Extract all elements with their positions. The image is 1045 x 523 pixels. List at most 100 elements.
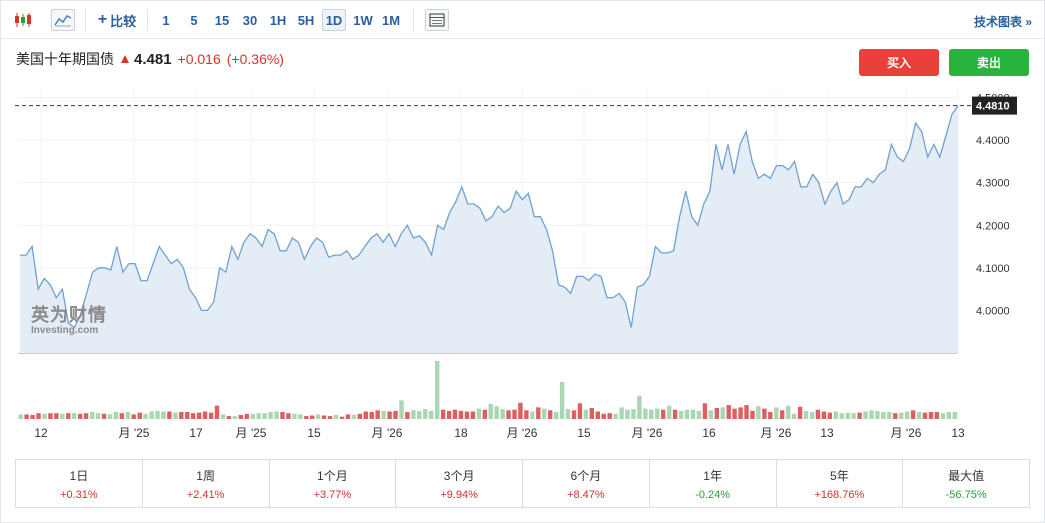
x-tick-label: 月 '26 bbox=[632, 426, 663, 440]
volume-bar bbox=[702, 403, 708, 419]
period-value: -56.75% bbox=[945, 488, 987, 501]
volume-bar bbox=[405, 412, 410, 419]
volume-bar bbox=[18, 414, 23, 419]
volume-bar bbox=[167, 411, 172, 419]
volume-bar bbox=[95, 413, 101, 419]
buy-button[interactable]: 买入 bbox=[859, 49, 939, 76]
period-label: 3个月 bbox=[443, 468, 475, 483]
volume-bar bbox=[524, 410, 529, 419]
timeframe-5[interactable]: 5 bbox=[185, 9, 203, 31]
sell-button[interactable]: 卖出 bbox=[949, 49, 1029, 76]
timeframe-30[interactable]: 30 bbox=[239, 9, 261, 31]
volume-bar bbox=[333, 414, 339, 419]
volume-bar bbox=[48, 413, 53, 419]
volume-bar bbox=[304, 416, 309, 419]
period-1y[interactable]: 1年 -0.24% bbox=[650, 460, 777, 507]
timeframe-1m[interactable]: 1M bbox=[379, 9, 403, 31]
volume-bar bbox=[887, 412, 892, 419]
period-label: 最大值 bbox=[948, 468, 985, 483]
y-tick-label: 4.1000 bbox=[976, 263, 1010, 275]
volume-bar bbox=[83, 413, 89, 419]
timeframe-5h[interactable]: 5H bbox=[295, 9, 317, 31]
volume-bar bbox=[107, 414, 113, 419]
timeframe-1[interactable]: 1 bbox=[157, 9, 175, 31]
candlestick-chart-icon[interactable] bbox=[11, 9, 35, 31]
volume-bar bbox=[244, 413, 249, 419]
volume-bar bbox=[500, 409, 505, 419]
volume-bar bbox=[274, 411, 279, 419]
volume-bar bbox=[101, 413, 107, 419]
volume-bar bbox=[143, 413, 148, 419]
volume-bar bbox=[351, 414, 357, 419]
price-chart[interactable]: 4.50004.40004.30004.20004.10004.00004.48… bbox=[1, 85, 1045, 445]
period-6m[interactable]: 6个月 +8.47% bbox=[523, 460, 650, 507]
volume-bar bbox=[60, 413, 65, 419]
volume-bar bbox=[399, 400, 404, 419]
volume-bar bbox=[797, 406, 803, 419]
volume-bar bbox=[280, 412, 285, 419]
volume-bar bbox=[667, 405, 672, 419]
volume-bar bbox=[54, 413, 59, 419]
volume-bar bbox=[607, 413, 612, 419]
technical-chart-link[interactable]: 技术图表 » bbox=[974, 13, 1032, 30]
volume-bar bbox=[714, 408, 719, 419]
period-value: +3.77% bbox=[313, 488, 352, 501]
timeframe-15[interactable]: 15 bbox=[211, 9, 233, 31]
volume-bar bbox=[625, 409, 630, 419]
volume-bar bbox=[155, 410, 160, 419]
volume-bar bbox=[720, 407, 725, 419]
volume-bar bbox=[494, 406, 499, 419]
x-tick-label: 17 bbox=[189, 426, 203, 440]
period-max[interactable]: 最大值 -56.75% bbox=[903, 460, 1029, 507]
period-3m[interactable]: 3个月 +9.94% bbox=[396, 460, 523, 507]
compare-button[interactable]: + 比较 bbox=[95, 9, 139, 31]
volume-bar bbox=[595, 411, 600, 419]
volume-bar bbox=[696, 410, 702, 419]
volume-bar bbox=[542, 408, 547, 419]
period-value: +9.94% bbox=[440, 488, 478, 501]
volume-bar bbox=[429, 410, 434, 419]
period-5y[interactable]: 5年 +168.76% bbox=[777, 460, 904, 507]
timeframe-1h[interactable]: 1H bbox=[267, 9, 289, 31]
table-view-icon[interactable] bbox=[425, 9, 449, 31]
volume-bar bbox=[66, 413, 71, 419]
volume-bar bbox=[613, 413, 618, 419]
volume-bar bbox=[161, 411, 166, 419]
period-value: +0.31% bbox=[60, 488, 98, 501]
volume-bar bbox=[191, 413, 196, 419]
volume-bar bbox=[940, 413, 946, 419]
y-tick-label: 4.4000 bbox=[976, 135, 1010, 147]
volume-bar bbox=[286, 413, 291, 419]
x-tick-label: 15 bbox=[577, 426, 591, 440]
volume-bar bbox=[791, 413, 797, 419]
volume-bar bbox=[893, 413, 898, 419]
volume-bar bbox=[226, 416, 232, 419]
volume-bar bbox=[440, 409, 446, 419]
period-1d[interactable]: 1日 +0.31% bbox=[16, 460, 143, 507]
x-tick-label: 月 '26 bbox=[507, 426, 538, 440]
volume-bar bbox=[690, 409, 696, 419]
instrument-name: 美国十年期国债 bbox=[16, 51, 114, 67]
volume-bar bbox=[768, 412, 773, 419]
volume-bar bbox=[762, 408, 767, 419]
timeframe-1d[interactable]: 1D bbox=[322, 9, 346, 31]
volume-bar bbox=[672, 409, 678, 419]
volume-bar bbox=[577, 403, 583, 419]
period-1w[interactable]: 1周 +2.41% bbox=[143, 460, 270, 507]
volume-bar bbox=[738, 407, 743, 419]
volume-bar bbox=[423, 409, 428, 419]
volume-bar bbox=[869, 410, 874, 419]
area-chart-icon[interactable] bbox=[51, 9, 75, 31]
timeframe-1w[interactable]: 1W bbox=[351, 9, 375, 31]
volume-bar bbox=[559, 381, 565, 419]
volume-bar bbox=[125, 412, 130, 419]
volume-bar bbox=[131, 414, 136, 419]
volume-bar bbox=[655, 408, 660, 419]
volume-bar bbox=[119, 413, 124, 419]
volume-bar bbox=[345, 414, 351, 419]
volume-bar bbox=[464, 411, 470, 419]
period-label: 1日 bbox=[69, 468, 89, 483]
period-1m[interactable]: 1个月 +3.77% bbox=[270, 460, 397, 507]
x-tick-label: 12 bbox=[34, 426, 48, 440]
volume-bar bbox=[321, 415, 327, 419]
